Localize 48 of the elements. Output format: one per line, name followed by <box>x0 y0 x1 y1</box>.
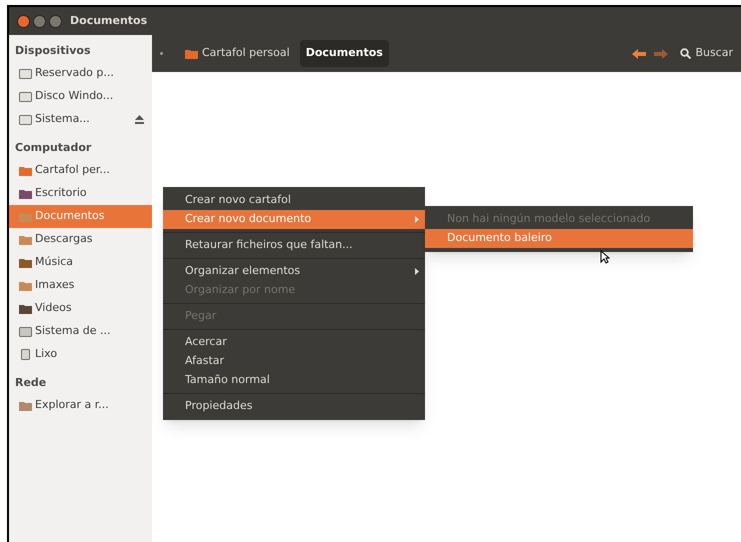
sidebar-item[interactable]: Música <box>9 251 152 274</box>
menu-item[interactable]: Tamaño normal <box>163 371 425 390</box>
sidebar-item[interactable]: Sistema de ... <box>9 320 152 343</box>
sidebar-item[interactable]: Sistema... <box>9 108 152 131</box>
menu-item[interactable]: Retaurar ficheiros que faltan... <box>163 236 425 255</box>
sidebar-item[interactable]: Videos <box>9 297 152 320</box>
back-arrow-icon[interactable] <box>632 48 646 58</box>
folder-icon <box>19 303 32 314</box>
sidebar-item[interactable]: Imaxes <box>9 274 152 297</box>
sidebar-heading: Computador <box>14 140 92 156</box>
sidebar-heading: Dispositivos <box>14 43 92 59</box>
minimize-button[interactable] <box>33 14 46 28</box>
sidebar-item[interactable]: Lixo <box>9 343 152 366</box>
drive-icon <box>19 114 32 125</box>
folder-icon <box>185 48 198 59</box>
sidebar-item[interactable]: Cartafol per... <box>9 159 152 182</box>
forward-arrow-icon[interactable] <box>654 48 668 58</box>
drive-icon <box>19 91 32 102</box>
sidebar-item[interactable]: Escritorio <box>9 182 152 205</box>
sidebar-item[interactable]: Explorar a r... <box>9 394 152 417</box>
folder-icon <box>19 165 32 176</box>
maximize-button[interactable] <box>49 14 62 28</box>
menu-item[interactable]: Propiedades <box>163 397 425 416</box>
menu-item[interactable]: Acercar <box>163 333 425 352</box>
path-button[interactable]: Cartafol persoal <box>179 40 296 67</box>
path-button[interactable]: Documentos <box>300 40 389 67</box>
folder-icon <box>19 257 32 268</box>
sidebar-heading: Rede <box>14 375 48 391</box>
window-title: Documentos <box>70 12 148 29</box>
trash-icon <box>19 349 32 360</box>
sidebar-item[interactable]: Disco Windo... <box>9 85 152 108</box>
menu-item[interactable]: Crear novo cartafol <box>163 191 425 210</box>
folder-icon <box>19 280 32 291</box>
folder-icon <box>19 400 32 411</box>
menu-item[interactable]: Organizar elementos <box>163 262 425 281</box>
folder-icon <box>19 211 32 222</box>
folder-icon <box>19 234 32 245</box>
desktop-icon <box>19 188 32 199</box>
search-button[interactable]: Buscar <box>680 45 733 62</box>
search-icon <box>680 48 692 59</box>
menu-item[interactable]: Afastar <box>163 352 425 371</box>
mouse-pointer-icon <box>600 250 610 264</box>
drive-icon <box>19 326 32 337</box>
eject-icon[interactable] <box>135 115 144 124</box>
sidebar-item[interactable]: Descargas <box>9 228 152 251</box>
drive-icon <box>19 68 32 79</box>
close-button[interactable] <box>17 14 30 28</box>
sidebar-item[interactable]: Reservado p... <box>9 62 152 85</box>
